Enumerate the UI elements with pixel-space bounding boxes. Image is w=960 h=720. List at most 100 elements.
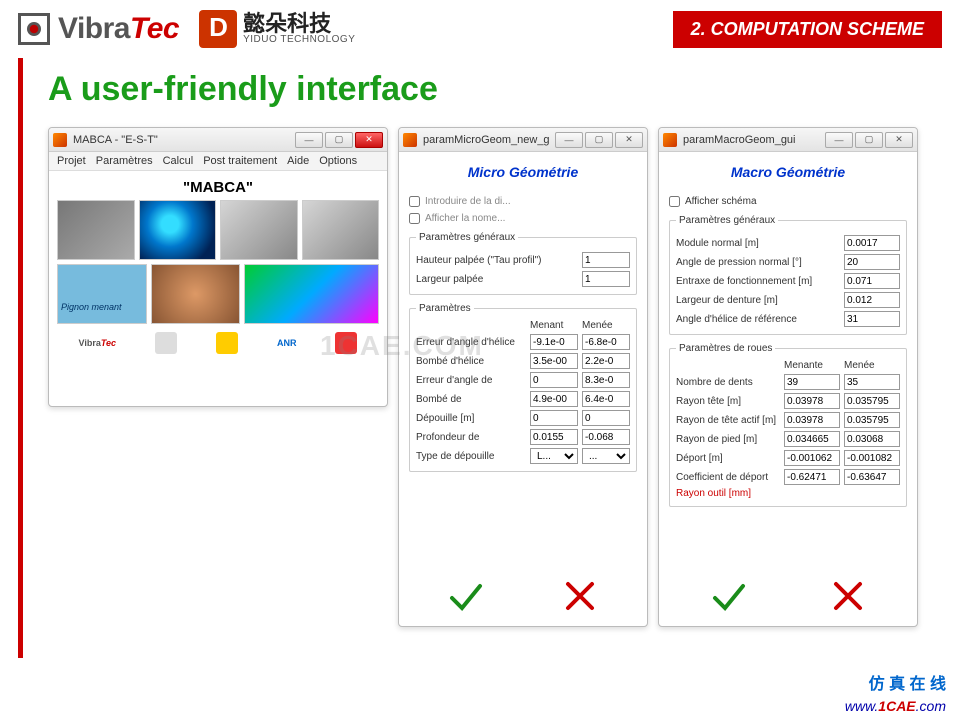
input-a[interactable] <box>530 372 578 388</box>
select-b[interactable]: ... <box>582 448 630 464</box>
form-heading: Micro Géométrie <box>409 164 637 180</box>
chk-afficher-nome[interactable]: Afficher la nome... <box>409 213 637 224</box>
thumb-gear[interactable] <box>139 200 217 260</box>
form-heading: Macro Géométrie <box>669 164 907 180</box>
footer-url: www.1CAE.com <box>845 698 946 714</box>
maximize-button[interactable]: ▢ <box>585 132 613 148</box>
ok-button[interactable] <box>709 576 749 612</box>
maximize-button[interactable]: ▢ <box>325 132 353 148</box>
input-a[interactable] <box>784 374 840 390</box>
input-a[interactable] <box>530 391 578 407</box>
minimize-button[interactable]: — <box>295 132 323 148</box>
app-icon <box>663 133 677 147</box>
row-erreur-angle-de: Erreur d'angle de <box>416 372 630 388</box>
input[interactable] <box>844 235 900 251</box>
menu-parametres[interactable]: Paramètres <box>96 155 153 167</box>
input-b[interactable] <box>844 469 900 485</box>
input-hauteur-palpee[interactable] <box>582 252 630 268</box>
input-a[interactable] <box>784 393 840 409</box>
cancel-button[interactable] <box>560 576 600 612</box>
menu-posttraitement[interactable]: Post traitement <box>203 155 277 167</box>
input-a[interactable] <box>784 431 840 447</box>
titlebar[interactable]: MABCA - "E-S-T" — ▢ ✕ <box>49 128 387 152</box>
thumb-gearbox2[interactable] <box>302 200 380 260</box>
row-largeur-denture: Largeur de denture [m] <box>676 292 900 308</box>
menu-projet[interactable]: Projet <box>57 155 86 167</box>
input-b[interactable] <box>844 450 900 466</box>
input-b[interactable] <box>844 393 900 409</box>
input-b[interactable] <box>582 353 630 369</box>
input[interactable] <box>844 292 900 308</box>
group-legend: Paramètres <box>416 303 474 314</box>
input-b[interactable] <box>844 374 900 390</box>
input-b[interactable] <box>582 429 630 445</box>
footer-cn: 仿 真 在 线 <box>869 670 946 694</box>
app-icon <box>53 133 67 147</box>
thumb-gearbox1[interactable] <box>220 200 298 260</box>
thumb-pignon[interactable] <box>57 264 147 324</box>
sponsor-badge-1 <box>155 332 177 354</box>
minimize-button[interactable]: — <box>825 132 853 148</box>
chk-afficher-nome-box[interactable] <box>409 213 420 224</box>
maximize-button[interactable]: ▢ <box>855 132 883 148</box>
input-a[interactable] <box>530 334 578 350</box>
input-largeur-palpee[interactable] <box>582 271 630 287</box>
col-menant: Menant <box>530 320 578 331</box>
menu-aide[interactable]: Aide <box>287 155 309 167</box>
input-b[interactable] <box>582 372 630 388</box>
input-b[interactable] <box>844 431 900 447</box>
row-module-normal: Module normal [m] <box>676 235 900 251</box>
row-coef-deport: Coefficient de déport <box>676 469 900 485</box>
row-rayon-outil: Rayon outil [mm] <box>676 488 900 499</box>
row-profondeur: Profondeur de <box>416 429 630 445</box>
input[interactable] <box>844 254 900 270</box>
minimize-button[interactable]: — <box>555 132 583 148</box>
input-b[interactable] <box>582 391 630 407</box>
row-deport: Déport [m] <box>676 450 900 466</box>
close-button[interactable]: ✕ <box>615 132 643 148</box>
window-title: paramMicroGeom_new_gui <box>423 134 549 146</box>
menu-options[interactable]: Options <box>319 155 357 167</box>
input-b[interactable] <box>844 412 900 428</box>
thumb-engine[interactable] <box>57 200 135 260</box>
close-button[interactable]: ✕ <box>885 132 913 148</box>
input[interactable] <box>844 273 900 289</box>
chk-afficher-schema-box[interactable] <box>669 196 680 207</box>
vibratec-logo-icon <box>18 13 50 45</box>
input-a[interactable] <box>784 412 840 428</box>
thumb-photo[interactable] <box>151 264 241 324</box>
select-a[interactable]: L... <box>530 448 578 464</box>
group-legend: Paramètres généraux <box>676 215 778 226</box>
close-button[interactable]: ✕ <box>355 132 383 148</box>
chk-introduire[interactable]: Introduire de la di... <box>409 196 637 207</box>
input-a[interactable] <box>530 353 578 369</box>
titlebar[interactable]: paramMicroGeom_new_gui — ▢ ✕ <box>399 128 647 152</box>
input-a[interactable] <box>784 469 840 485</box>
input-a[interactable] <box>530 429 578 445</box>
row-hauteur-palpee: Hauteur palpée ("Tau profil") <box>416 252 630 268</box>
col-menante: Menante <box>784 360 840 371</box>
input[interactable] <box>844 311 900 327</box>
watermark: 1CAE.COM <box>320 330 484 362</box>
group-legend: Paramètres de roues <box>676 343 775 354</box>
input-b[interactable] <box>582 334 630 350</box>
ok-button[interactable] <box>446 576 486 612</box>
input-b[interactable] <box>582 410 630 426</box>
titlebar[interactable]: paramMacroGeom_gui — ▢ ✕ <box>659 128 917 152</box>
cancel-button[interactable] <box>828 576 868 612</box>
brand1-part2: Tec <box>130 12 179 46</box>
col-menee: Menée <box>844 360 900 371</box>
row-rayon-tete-actif: Rayon de tête actif [m] <box>676 412 900 428</box>
row-type-depouille: Type de dépouilleL...... <box>416 448 630 464</box>
chk-afficher-schema[interactable]: Afficher schéma <box>669 196 907 207</box>
input-a[interactable] <box>530 410 578 426</box>
yiduo-logo-icon <box>199 10 237 48</box>
col-menee: Menée <box>582 320 630 331</box>
thumb-cad[interactable] <box>244 264 379 324</box>
menu-calcul[interactable]: Calcul <box>163 155 194 167</box>
chk-introduire-box[interactable] <box>409 196 420 207</box>
window-title: paramMacroGeom_gui <box>683 134 819 146</box>
brand2-en: YIDUO TECHNOLOGY <box>243 35 355 45</box>
input-a[interactable] <box>784 450 840 466</box>
row-largeur-palpee: Largeur palpée <box>416 271 630 287</box>
